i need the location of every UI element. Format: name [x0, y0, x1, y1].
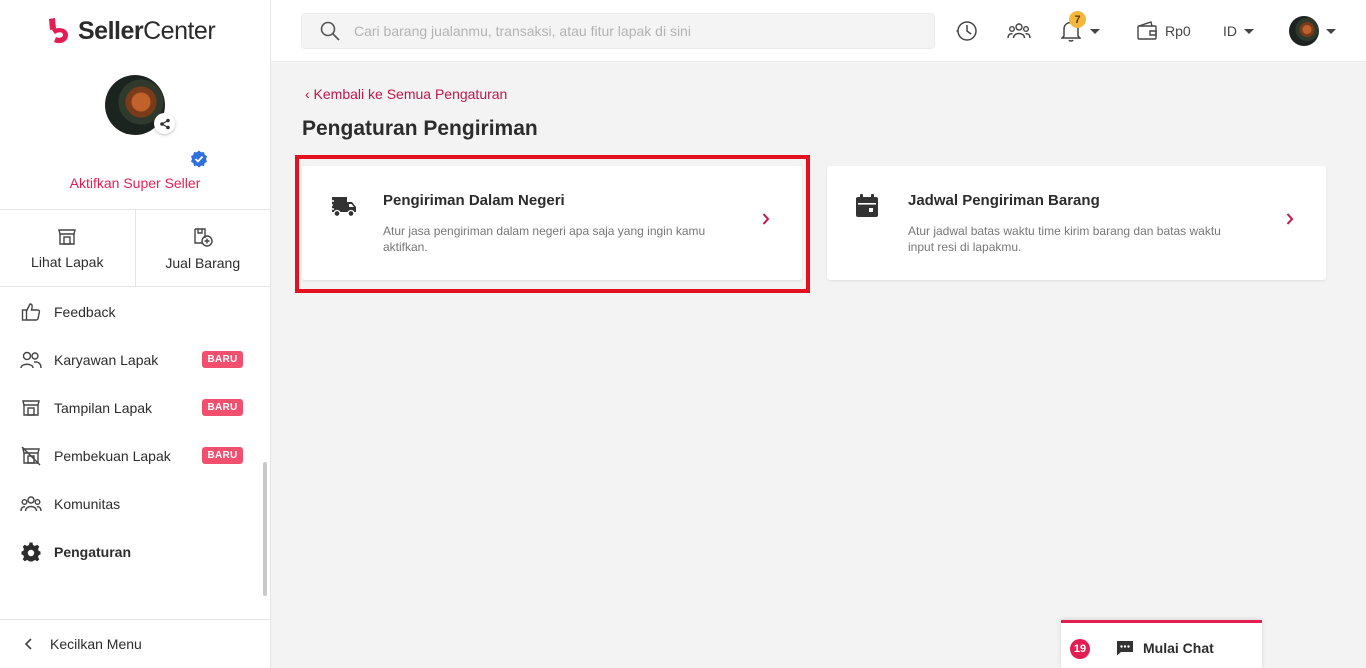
brand-part2: Center — [143, 16, 216, 45]
search-bar[interactable] — [301, 13, 935, 49]
sidebar-item-label: Komunitas — [54, 496, 121, 512]
chevron-left-icon — [24, 638, 32, 650]
top-header: 7 Rp0 ID — [271, 0, 1366, 62]
sidebar-item-community[interactable]: Komunitas — [0, 480, 262, 528]
sidebar-item-label: Tampilan Lapak — [54, 400, 153, 416]
card-title: Pengiriman Dalam Negeri — [383, 192, 565, 209]
wallet-icon — [1137, 21, 1157, 40]
language-caret-icon[interactable] — [1244, 29, 1254, 34]
notification-caret-icon[interactable] — [1090, 29, 1100, 34]
seller-center-logo[interactable]: SellerCenter — [46, 16, 216, 46]
sidebar-menu: Feedback Karyawan Lapak BARU Tampilan La… — [0, 288, 262, 576]
history-button[interactable] — [955, 19, 979, 43]
view-store-button[interactable]: Lihat Lapak — [0, 210, 135, 286]
community-icon — [1007, 23, 1031, 39]
sidebar-item-label: Pembekuan Lapak — [54, 448, 171, 464]
community-icon — [20, 493, 42, 515]
sidebar: SellerCenter Aktifkan Super Seller Lihat… — [0, 0, 271, 668]
share-icon — [159, 118, 170, 129]
card-description: Atur jasa pengiriman dalam negeri apa sa… — [383, 224, 706, 254]
avatar-caret-icon[interactable] — [1326, 29, 1336, 34]
start-chat-button[interactable]: 19 Mulai Chat — [1061, 620, 1262, 668]
domestic-shipping-card[interactable]: Pengiriman Dalam Negeri Atur jasa pengir… — [302, 166, 802, 280]
sidebar-item-settings[interactable]: Pengaturan — [0, 528, 262, 576]
store-closed-icon — [20, 445, 42, 467]
sidebar-item-employees[interactable]: Karyawan Lapak BARU — [0, 336, 262, 384]
verified-badge-icon — [190, 150, 208, 168]
sidebar-item-store-freeze[interactable]: Pembekuan Lapak BARU — [0, 432, 262, 480]
shipping-schedule-card[interactable]: Jadwal Pengiriman Barang Atur jadwal bat… — [827, 166, 1326, 280]
bukalapak-logo-icon — [46, 17, 72, 45]
language-selector[interactable]: ID — [1223, 23, 1237, 39]
search-icon — [320, 21, 340, 41]
card-description: Atur jadwal batas waktu time kirim baran… — [908, 224, 1221, 254]
page-title: Pengaturan Pengiriman — [302, 117, 538, 140]
brand-part1: Seller — [78, 16, 144, 45]
sidebar-scrollbar[interactable] — [263, 462, 267, 596]
back-to-settings-link[interactable]: ‹ Kembali ke Semua Pengaturan — [305, 86, 507, 102]
sidebar-item-label: Pengaturan — [54, 544, 132, 560]
chevron-right-icon — [1286, 213, 1294, 225]
calendar-icon — [851, 193, 883, 219]
collapse-menu-button[interactable]: Kecilkan Menu — [0, 619, 270, 668]
sidebar-item-label: Karyawan Lapak — [54, 352, 159, 368]
new-badge: BARU — [202, 399, 243, 416]
new-badge: BARU — [202, 351, 243, 368]
sell-item-label: Jual Barang — [165, 254, 241, 271]
share-button[interactable] — [154, 113, 175, 134]
new-badge: BARU — [202, 447, 243, 464]
wallet-button[interactable] — [1135, 19, 1159, 43]
storefront-icon — [58, 228, 77, 245]
quick-actions: Lihat Lapak Jual Barang — [0, 209, 270, 287]
add-product-icon — [194, 227, 213, 247]
card-title: Jadwal Pengiriman Barang — [908, 192, 1100, 209]
chevron-right-icon — [762, 213, 770, 225]
start-chat-label: Mulai Chat — [1143, 640, 1214, 656]
sidebar-item-store-display[interactable]: Tampilan Lapak BARU — [0, 384, 262, 432]
users-icon — [20, 349, 42, 371]
activate-super-seller-link[interactable]: Aktifkan Super Seller — [0, 175, 270, 191]
notification-count-badge: 7 — [1069, 11, 1086, 28]
sell-item-button[interactable]: Jual Barang — [134, 210, 271, 286]
sidebar-item-label: Feedback — [54, 304, 116, 320]
collapse-menu-label: Kecilkan Menu — [50, 636, 142, 652]
chat-unread-badge: 19 — [1070, 639, 1090, 659]
storefront-icon — [20, 397, 42, 419]
delivery-truck-icon — [326, 193, 358, 219]
history-icon — [956, 21, 977, 41]
gear-icon — [20, 541, 42, 563]
sidebar-item-feedback[interactable]: Feedback — [0, 288, 262, 336]
balance-amount[interactable]: Rp0 — [1165, 23, 1191, 39]
thumbs-up-icon — [20, 301, 42, 323]
user-avatar[interactable] — [1289, 16, 1319, 46]
chat-bubble-icon — [1117, 641, 1133, 656]
community-button[interactable] — [1007, 19, 1031, 43]
search-input[interactable] — [354, 23, 914, 39]
view-store-label: Lihat Lapak — [31, 253, 104, 270]
